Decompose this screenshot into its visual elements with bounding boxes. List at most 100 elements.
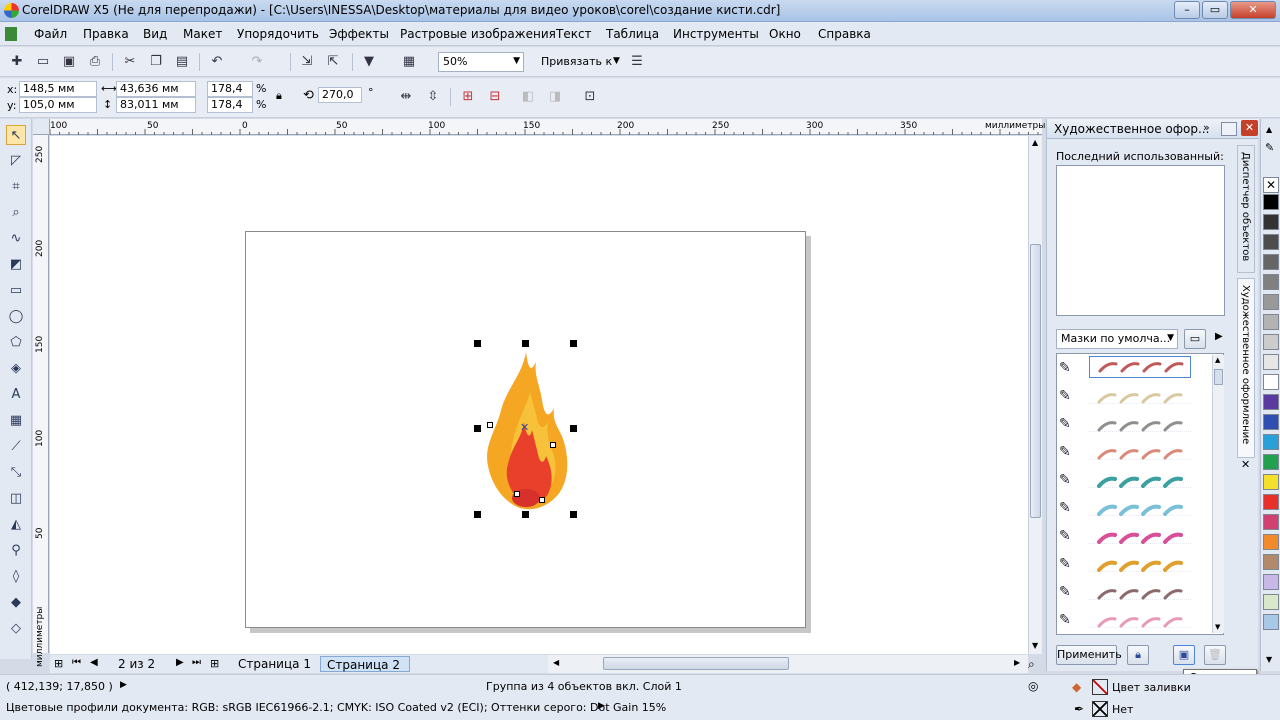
no-color-swatch[interactable]: ✕ (1263, 177, 1279, 193)
color-swatch[interactable] (1263, 354, 1279, 370)
shape-tool-icon[interactable]: ◸ (6, 151, 26, 171)
snap-icon[interactable]: ◎ (1028, 679, 1038, 693)
apply-button[interactable]: Применить (1056, 645, 1122, 665)
color-swatch[interactable] (1263, 534, 1279, 550)
save-brush-icon[interactable]: ▣ (1173, 645, 1195, 665)
close-button[interactable]: ✕ (1230, 1, 1276, 19)
color-swatch[interactable] (1263, 254, 1279, 270)
brush-stroke-item[interactable]: ✎ (1057, 382, 1207, 410)
brush-stroke-item[interactable]: ✎ (1057, 522, 1207, 550)
fill-tool-icon[interactable]: ◆ (6, 593, 26, 613)
brush-stroke-item[interactable]: ✎ (1057, 410, 1207, 438)
menu-text[interactable]: Текст (556, 27, 592, 41)
color-profiles-info[interactable]: Цветовые профили документа: RGB: sRGB IE… (6, 701, 666, 714)
brush-stroke-item[interactable]: ✎ (1057, 438, 1207, 466)
paste-icon[interactable]: ▤ (173, 53, 191, 71)
ruler-origin[interactable] (33, 119, 50, 135)
freehand-tool-icon[interactable]: ∿ (6, 229, 26, 249)
welcome-screen-icon[interactable]: ▦ (400, 53, 418, 71)
color-swatch[interactable] (1263, 234, 1279, 250)
palette-scroll-down-icon[interactable]: ▼ (1266, 655, 1272, 664)
menu-bitmaps[interactable]: Растровые изображения (400, 27, 556, 41)
menu-table[interactable]: Таблица (606, 27, 659, 41)
document-icon[interactable] (5, 27, 17, 41)
mirror-horizontal-icon[interactable]: ⇹ (397, 88, 415, 106)
selection-handle-ml[interactable] (474, 425, 481, 432)
ellipse-tool-icon[interactable]: ◯ (6, 307, 26, 327)
transparency-tool-icon[interactable]: ◭ (6, 515, 26, 535)
selection-handle-tr[interactable] (570, 340, 577, 347)
copy-icon[interactable]: ❐ (147, 53, 165, 71)
y-position-field[interactable]: 105,0 мм (19, 97, 97, 113)
next-page-icon[interactable]: ▶ (176, 657, 184, 668)
scroll-up-icon[interactable]: ▲ (1032, 138, 1038, 147)
color-swatch[interactable] (1263, 614, 1279, 630)
break-apart-icon[interactable]: ◨ (546, 88, 564, 106)
outline-none-swatch[interactable] (1092, 701, 1108, 717)
color-swatch[interactable] (1263, 514, 1279, 530)
dimension-tool-icon[interactable]: ⟋ (6, 437, 26, 457)
node-handle[interactable] (487, 422, 493, 428)
import-icon[interactable]: ⇲ (298, 53, 316, 71)
scroll-down-icon[interactable]: ▼ (1215, 623, 1220, 631)
new-document-icon[interactable]: ✚ (8, 53, 26, 71)
snap-to-dropdown[interactable]: Привязать к (541, 55, 612, 68)
vertical-scrollbar[interactable]: ▲ ▼ (1028, 136, 1042, 654)
first-page-icon[interactable]: ⏮ (72, 657, 81, 668)
selection-handle-mr[interactable] (570, 425, 577, 432)
group-icon[interactable]: ⊞ (459, 88, 477, 106)
color-swatch[interactable] (1263, 374, 1279, 390)
lock-ratio-icon[interactable]: 🔒︎ (276, 89, 282, 103)
color-swatch[interactable] (1263, 594, 1279, 610)
delete-icon[interactable]: 🗑︎ (1204, 645, 1226, 665)
color-swatch[interactable] (1263, 434, 1279, 450)
basic-shapes-tool-icon[interactable]: ◈ (6, 359, 26, 379)
profiles-expand-icon[interactable]: ▶ (598, 701, 605, 711)
page-tab-1[interactable]: Страница 1 (232, 656, 317, 672)
zoom-navigator-icon[interactable]: ⌕ (1028, 657, 1035, 672)
horizontal-scroll-thumb[interactable] (603, 657, 789, 670)
menu-view[interactable]: Вид (143, 27, 167, 41)
cut-icon[interactable]: ✂ (121, 53, 139, 71)
selection-handle-bc[interactable] (522, 511, 529, 518)
color-swatch[interactable] (1263, 474, 1279, 490)
horizontal-scrollbar[interactable]: ◀ ▶ (548, 655, 1028, 673)
color-swatch[interactable] (1263, 194, 1279, 210)
x-position-field[interactable]: 148,5 мм (19, 81, 97, 97)
color-swatch[interactable] (1263, 414, 1279, 430)
browse-folder-icon[interactable]: ▭ (1184, 329, 1206, 349)
recent-brush-preview[interactable] (1056, 165, 1225, 316)
menu-tools[interactable]: Инструменты (673, 27, 759, 41)
selection-handle-br[interactable] (570, 511, 577, 518)
node-handle[interactable] (539, 497, 545, 503)
scale-height-field[interactable]: 178,4 (207, 97, 253, 113)
menu-layout[interactable]: Макет (183, 27, 222, 41)
node-handle[interactable] (550, 442, 556, 448)
coreldraw-app-icon[interactable] (4, 3, 19, 18)
selection-handle-bl[interactable] (474, 511, 481, 518)
mirror-vertical-icon[interactable]: ⇳ (424, 88, 442, 106)
save-icon[interactable]: ▣ (60, 53, 78, 71)
undo-icon[interactable]: ↶ (208, 53, 226, 71)
palette-scroll-up-icon[interactable]: ▲ (1266, 125, 1272, 134)
options-icon[interactable]: ☰ (628, 53, 646, 71)
brush-stroke-item[interactable]: ✎ (1057, 354, 1207, 382)
tab-artistic-media[interactable]: Художественное оформление (1237, 278, 1255, 458)
brush-stroke-item[interactable]: ✎ (1057, 606, 1207, 634)
rotation-angle-field[interactable]: 270,0 (318, 87, 362, 103)
scroll-down-icon[interactable]: ▼ (1032, 641, 1038, 650)
interactive-fill-tool-icon[interactable]: ◇ (6, 619, 26, 639)
color-swatch[interactable] (1263, 454, 1279, 470)
color-swatch[interactable] (1263, 334, 1279, 350)
vertical-ruler[interactable]: 250 200 150 100 50 миллиметры (33, 135, 49, 667)
close-docker-icon[interactable]: ✕ (1241, 120, 1258, 136)
color-swatch[interactable] (1263, 314, 1279, 330)
scroll-right-icon[interactable]: ▶ (1014, 658, 1020, 667)
add-page-before-icon[interactable]: ⊞ (54, 657, 63, 670)
scale-width-field[interactable]: 178,4 (207, 81, 253, 97)
color-swatch[interactable] (1263, 274, 1279, 290)
node-handle[interactable] (514, 491, 520, 497)
export-icon[interactable]: ⇱ (324, 53, 342, 71)
menu-arrange[interactable]: Упорядочить (237, 27, 319, 41)
page-tab-2[interactable]: Страница 2 (320, 656, 410, 672)
